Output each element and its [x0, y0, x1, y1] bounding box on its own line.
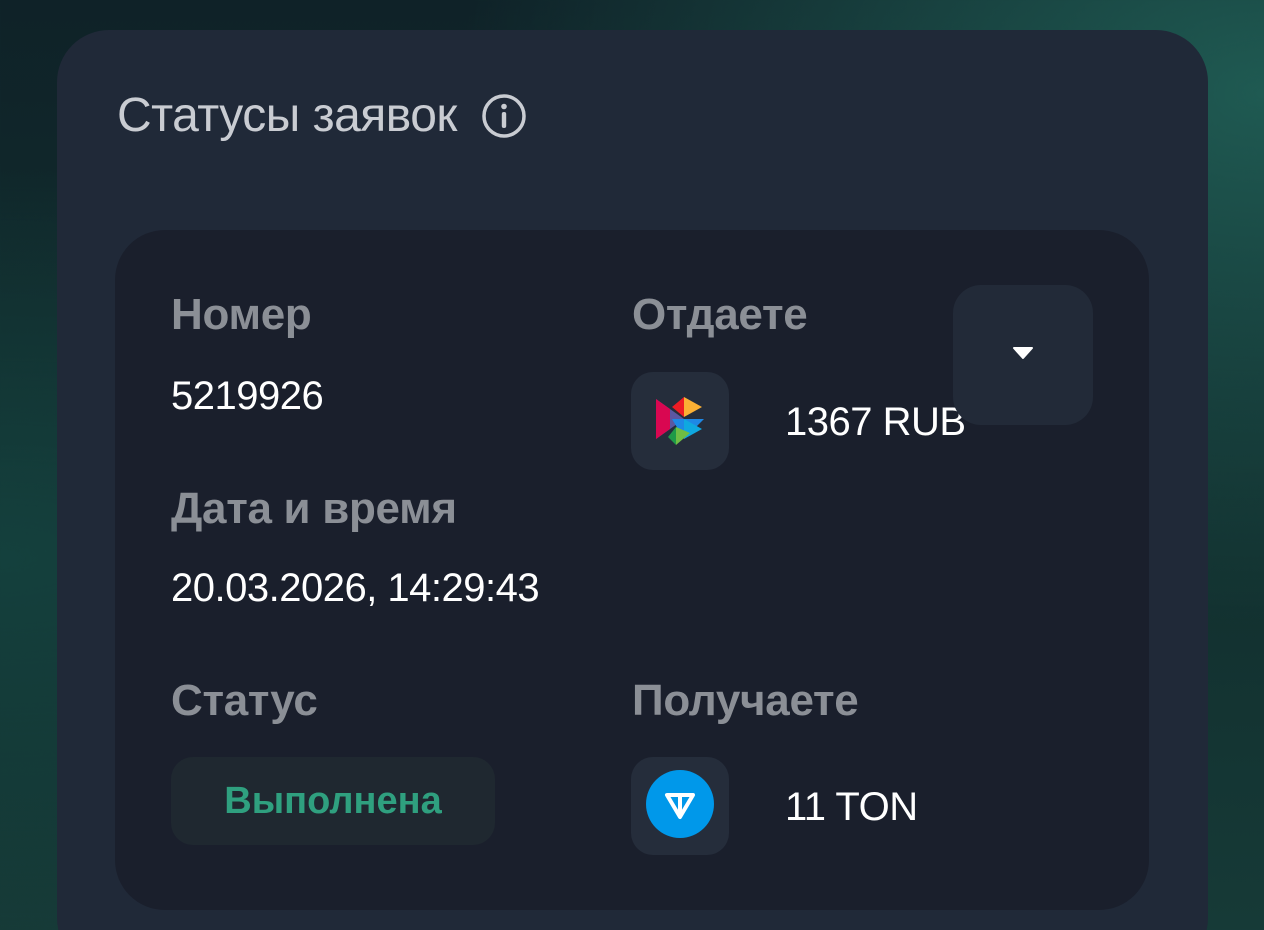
ton-logo-icon: [645, 769, 715, 844]
order-status-panel: Статусы заявок Номер 5219926 Дата и врем…: [57, 30, 1208, 930]
page-title: Статусы заявок: [117, 89, 457, 142]
give-amount: 1367 RUB: [785, 400, 966, 444]
chevron-down-icon: [1011, 345, 1035, 366]
datetime-label: Дата и время: [171, 484, 457, 533]
order-datetime: 20.03.2026, 14:29:43: [171, 566, 540, 610]
receive-label: Получаете: [632, 676, 859, 725]
panel-header: Статусы заявок: [117, 88, 527, 143]
status-label: Статус: [171, 676, 318, 725]
give-currency-icon-box: [631, 372, 729, 470]
order-card: Номер 5219926 Дата и время 20.03.2026, 1…: [115, 230, 1149, 910]
expand-button[interactable]: [953, 285, 1093, 425]
number-label: Номер: [171, 290, 312, 339]
receive-currency-icon-box: [631, 757, 729, 855]
order-number: 5219926: [171, 374, 324, 418]
receive-amount: 11 TON: [785, 785, 918, 829]
give-label: Отдаете: [632, 290, 808, 339]
status-badge-text: Выполнена: [224, 779, 442, 822]
info-icon[interactable]: [481, 93, 527, 139]
sbp-logo-icon: [650, 389, 710, 454]
status-badge: Выполнена: [171, 757, 495, 845]
